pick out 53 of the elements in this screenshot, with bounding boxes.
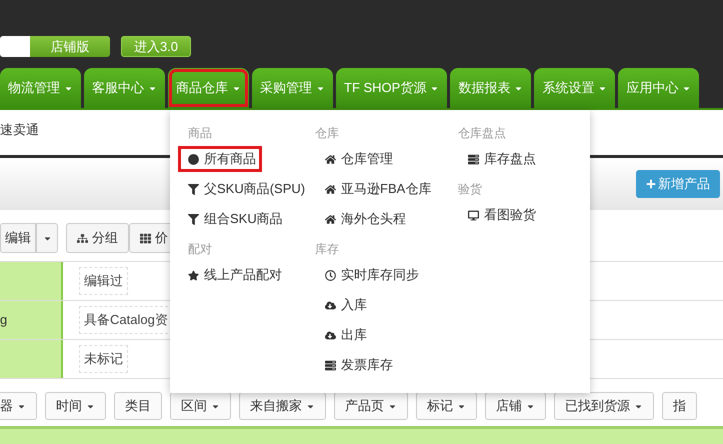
menu-item[interactable]: 实时库存同步 <box>315 262 425 288</box>
dropdown-toggle[interactable] <box>36 223 58 253</box>
filter-button[interactable]: 标记 <box>416 392 477 420</box>
row-label: g <box>0 311 8 330</box>
filter-button[interactable]: 类目 <box>114 392 162 420</box>
filter-button[interactable]: 时间 <box>45 392 106 420</box>
home-icon <box>325 184 336 194</box>
menu-item[interactable]: 亚马逊FBA仓库 <box>315 176 438 202</box>
tag-label: 未标记 <box>79 345 128 373</box>
section-heading: 仓库 <box>315 125 340 142</box>
toolbar-button[interactable]: 分组 <box>66 223 129 253</box>
edit-button[interactable]: 编辑 <box>0 223 36 253</box>
section-heading: 配对 <box>188 241 213 258</box>
filter-button[interactable]: 产品页 <box>334 392 408 420</box>
filter-button[interactable]: 区间 <box>170 392 231 420</box>
menu-item[interactable]: 线上产品配对 <box>178 262 288 288</box>
menu-item[interactable]: 库存盘点 <box>458 146 542 172</box>
home-icon <box>325 214 336 224</box>
server-icon <box>468 154 479 164</box>
sitemap-icon <box>77 232 88 244</box>
menu-item[interactable]: 组合SKU商品 <box>178 206 289 232</box>
section-heading: 商品 <box>188 125 213 142</box>
menu-item[interactable]: 父SKU商品(SPU) <box>178 176 312 202</box>
cloud-icon <box>325 330 336 340</box>
filter-button[interactable]: 店铺 <box>485 392 546 420</box>
breadcrumb: 速卖通 <box>0 121 39 140</box>
section-heading: 仓库盘点 <box>458 125 507 142</box>
menu-item[interactable]: 入库 <box>315 292 373 318</box>
menu-item[interactable]: 海外仓头程 <box>315 206 412 232</box>
filter-button[interactable]: 指 <box>662 392 697 420</box>
menu-item[interactable]: 仓库管理 <box>315 146 399 172</box>
menu-item[interactable]: 发票库存 <box>315 352 399 378</box>
clock-icon <box>325 270 336 280</box>
filter-button[interactable]: 已找到货源 <box>554 392 654 420</box>
monitor-icon <box>468 210 479 220</box>
menu-item[interactable]: 所有商品 <box>178 146 262 172</box>
server-icon <box>325 360 336 370</box>
menu-item[interactable]: 出库 <box>315 322 373 348</box>
grid-icon <box>140 232 151 244</box>
section-heading: 库存 <box>315 241 340 258</box>
section-heading: 验货 <box>458 181 483 198</box>
cloud-icon <box>325 300 336 310</box>
filter-button[interactable]: 来自搬家 <box>239 392 326 420</box>
dot-icon <box>188 154 199 164</box>
filter-button[interactable]: 器 <box>0 392 37 420</box>
menu-item[interactable]: 看图验货 <box>458 202 542 228</box>
version-toggle-segment[interactable] <box>0 36 30 57</box>
home-icon <box>325 154 336 164</box>
plus-icon <box>646 179 656 189</box>
star-icon <box>188 270 199 280</box>
tag-label: 编辑过 <box>79 267 128 295</box>
filter-icon <box>188 184 199 194</box>
filter-icon <box>188 214 199 224</box>
